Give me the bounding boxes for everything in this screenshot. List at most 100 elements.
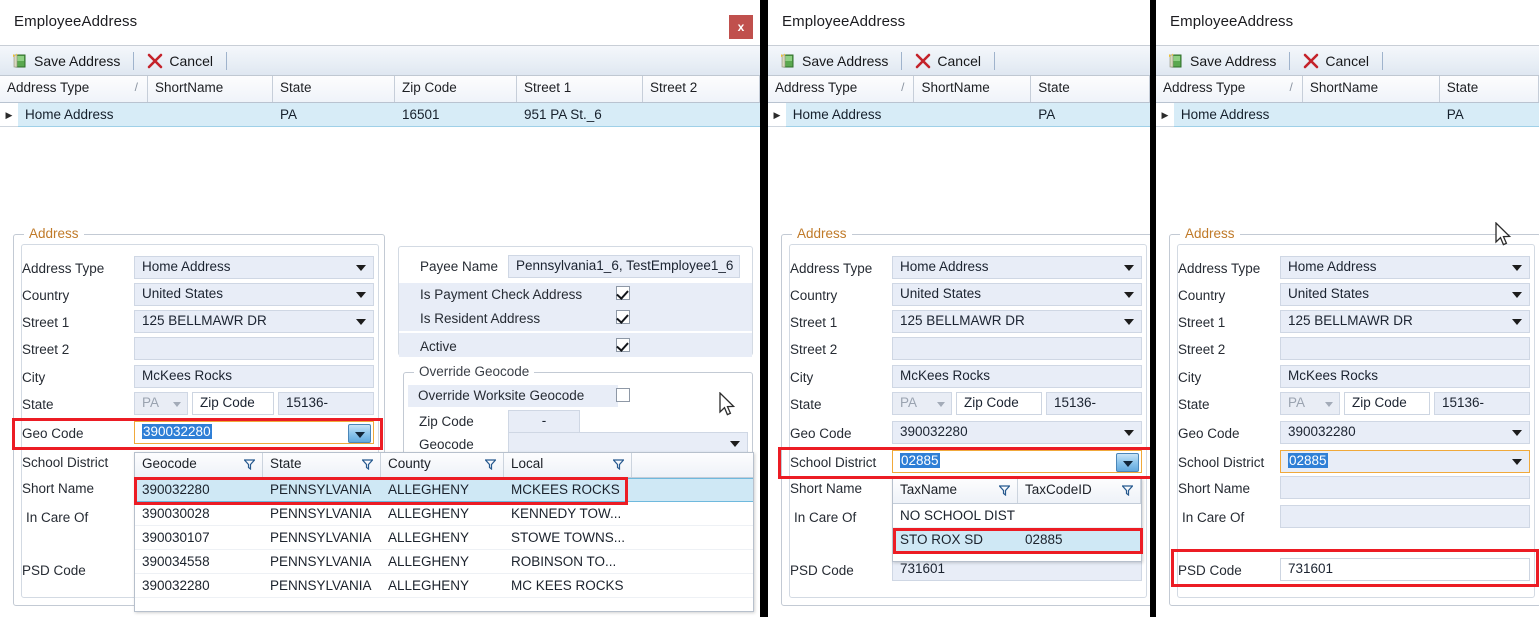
filter-funnel-icon[interactable]	[484, 458, 497, 473]
column-header-address-type[interactable]: Address Type /	[768, 76, 915, 102]
popup-column-taxname[interactable]: TaxName	[893, 479, 1018, 503]
cancel-button[interactable]: Cancel	[1299, 53, 1373, 69]
zip-code-input[interactable]: 15136-	[1434, 392, 1530, 415]
override-worksite-geocode-checkbox[interactable]	[616, 388, 630, 402]
country-combo[interactable]: United States	[1280, 283, 1530, 306]
street2-input[interactable]	[892, 337, 1142, 360]
state-combo[interactable]: PA	[1280, 392, 1340, 415]
psd-code-input[interactable]: 731601	[1280, 558, 1530, 581]
chevron-down-icon	[1512, 292, 1522, 298]
toolbar-separator-2	[993, 51, 995, 70]
address-type-value: Home Address	[142, 259, 231, 274]
street1-combo[interactable]: 125 BELLMAWR DR	[134, 310, 374, 333]
address-type-combo[interactable]: Home Address	[1280, 256, 1530, 279]
column-header-address-type[interactable]: Address Type /	[1156, 76, 1303, 102]
country-combo[interactable]: United States	[892, 283, 1142, 306]
table-row[interactable]: ▶ Home Address PA 16501 951 PA St._6	[0, 102, 760, 127]
override-zip-code-value: -	[541, 413, 547, 428]
geocode-dropdown-popup[interactable]: Geocode State County Local 390032280 PEN…	[134, 452, 754, 612]
save-address-icon	[12, 53, 28, 69]
column-header-street2[interactable]: Street 2	[643, 76, 760, 102]
filter-funnel-icon[interactable]	[243, 458, 256, 473]
save-address-button[interactable]: Save Address	[776, 53, 892, 69]
filter-funnel-icon[interactable]	[612, 458, 625, 473]
close-icon[interactable]: x	[729, 15, 753, 39]
list-item[interactable]: 390030028 PENNSYLVANIA ALLEGHENY KENNEDY…	[135, 502, 753, 526]
street2-input[interactable]	[134, 337, 374, 360]
country-combo[interactable]: United States	[134, 283, 374, 306]
column-label: Address Type	[7, 80, 90, 95]
list-item[interactable]: 390032280 PENNSYLVANIA ALLEGHENY MCKEES …	[135, 478, 753, 502]
column-header-state[interactable]: State	[1031, 76, 1150, 102]
school-district-combo[interactable]: 02885	[892, 450, 1142, 473]
chevron-down-icon	[1124, 292, 1134, 298]
cell-county: ALLEGHENY	[388, 553, 470, 569]
state-combo[interactable]: PA	[134, 392, 188, 415]
is-resident-address-checkbox[interactable]	[616, 310, 630, 324]
cancel-button[interactable]: Cancel	[911, 53, 985, 69]
street2-input[interactable]	[1280, 337, 1530, 360]
geo-code-value: 390032280	[1288, 424, 1356, 439]
geo-code-combo[interactable]: 390032280	[892, 421, 1142, 444]
geo-code-combo[interactable]: 390032280	[134, 421, 374, 444]
popup-column-county[interactable]: County	[381, 453, 504, 477]
column-header-street1[interactable]: Street 1	[517, 76, 643, 102]
override-zip-code-input[interactable]: -	[508, 410, 580, 433]
school-district-dropdown-button[interactable]	[1116, 453, 1139, 472]
column-label: State	[280, 80, 312, 95]
school-district-dropdown-popup[interactable]: TaxName TaxCodeID NO SCHOOL DIST STO ROX	[892, 478, 1142, 562]
column-header-shortname[interactable]: ShortName	[914, 76, 1032, 102]
label-psd-code: PSD Code	[22, 563, 86, 578]
state-combo[interactable]: PA	[892, 392, 952, 415]
save-address-button[interactable]: Save Address	[1164, 53, 1280, 69]
label-zip-code-box: Zip Code	[1344, 392, 1430, 415]
table-row[interactable]: ▶ Home Address PA	[768, 102, 1150, 127]
cancel-button[interactable]: Cancel	[143, 53, 217, 69]
filter-funnel-icon[interactable]	[1121, 484, 1134, 499]
list-item[interactable]: 390030107 PENNSYLVANIA ALLEGHENY STOWE T…	[135, 526, 753, 550]
filter-funnel-icon[interactable]	[998, 484, 1011, 499]
column-header-address-type[interactable]: Address Type /	[0, 76, 148, 102]
is-payment-check-address-checkbox[interactable]	[616, 286, 630, 300]
column-label: Address Type	[1163, 80, 1246, 95]
toolbar-1: Save Address Cancel	[0, 46, 760, 76]
column-header-state[interactable]: State	[1439, 76, 1539, 102]
save-address-button[interactable]: Save Address	[8, 53, 124, 69]
city-input[interactable]: McKees Rocks	[1280, 365, 1530, 388]
city-input[interactable]: McKees Rocks	[134, 365, 374, 388]
city-input[interactable]: McKees Rocks	[892, 365, 1142, 388]
column-header-state[interactable]: State	[273, 76, 395, 102]
list-item[interactable]: NO SCHOOL DIST	[893, 504, 1141, 528]
school-district-combo[interactable]: 02885	[1280, 450, 1530, 473]
column-label: Geocode	[142, 456, 197, 471]
list-item[interactable]: STO ROX SD 02885	[893, 528, 1141, 552]
in-care-of-input[interactable]	[1280, 505, 1530, 528]
active-checkbox[interactable]	[616, 338, 630, 352]
address-type-combo[interactable]: Home Address	[134, 256, 374, 279]
cell-taxname: STO ROX SD	[900, 532, 984, 547]
list-item[interactable]: 390034558 PENNSYLVANIA ALLEGHENY ROBINSO…	[135, 550, 753, 574]
column-header-shortname[interactable]: ShortName	[1302, 76, 1440, 102]
popup-column-local[interactable]: Local	[504, 453, 632, 477]
street1-combo[interactable]: 125 BELLMAWR DR	[892, 310, 1142, 333]
zip-code-value: 15136-	[1442, 395, 1485, 410]
column-label: State	[1038, 80, 1070, 95]
table-row[interactable]: ▶ Home Address PA	[1156, 102, 1539, 127]
column-header-shortname[interactable]: ShortName	[148, 76, 273, 102]
zip-code-input[interactable]: 15136-	[278, 392, 374, 415]
popup-column-taxcodeid[interactable]: TaxCodeID	[1018, 479, 1141, 503]
geo-code-dropdown-button[interactable]	[348, 424, 371, 443]
popup-column-state[interactable]: State	[263, 453, 381, 477]
list-item[interactable]: 390032280 PENNSYLVANIA ALLEGHENY MC KEES…	[135, 574, 753, 598]
geo-code-combo[interactable]: 390032280	[1280, 421, 1530, 444]
address-type-combo[interactable]: Home Address	[892, 256, 1142, 279]
zip-code-input[interactable]: 15136-	[1046, 392, 1142, 415]
short-name-input[interactable]	[1280, 476, 1530, 499]
street1-combo[interactable]: 125 BELLMAWR DR	[1280, 310, 1530, 333]
column-header-zip-code[interactable]: Zip Code	[395, 76, 517, 102]
payee-name-input: Pennsylvania1_6, TestEmployee1_6	[508, 255, 740, 278]
filter-funnel-icon[interactable]	[361, 458, 374, 473]
title-bar-1: EmployeeAddress x	[0, 0, 760, 46]
label-country: Country	[790, 288, 838, 303]
popup-column-geocode[interactable]: Geocode	[135, 453, 263, 477]
